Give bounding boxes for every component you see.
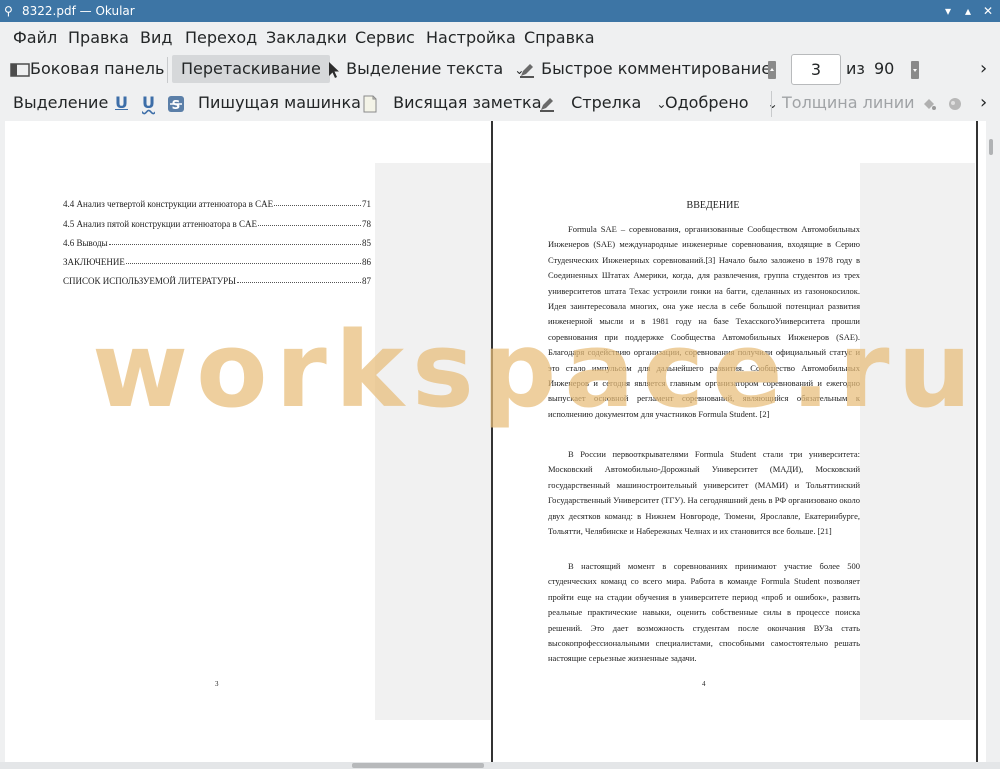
scrollbar-thumb[interactable]: [352, 763, 484, 768]
annotation-toolbar: Выделение U U S Пишущая машинка Висящая …: [0, 87, 1000, 120]
pen-icon: [520, 63, 534, 78]
menu-help[interactable]: Справка: [524, 28, 595, 47]
next-page-button[interactable]: [910, 55, 920, 83]
squiggly-icon: U: [142, 93, 155, 112]
maximize-button[interactable]: ▴: [960, 3, 976, 19]
minimize-button[interactable]: ▾: [940, 3, 956, 19]
toc-entry-title: 4.6 Выводы: [63, 238, 108, 248]
paragraph: В России первооткрывателями Formula Stud…: [548, 449, 860, 537]
main-toolbar: Боковая панель Перетаскивание Выделение …: [0, 53, 1000, 86]
toc-entry[interactable]: 4.5 Анализ пятой конструкции аттенюатора…: [63, 219, 371, 229]
arrow-label: Стрелка: [571, 93, 642, 112]
paint-bucket-icon: [924, 98, 936, 110]
page-of-label: из: [846, 59, 865, 78]
menu-file[interactable]: Файл: [13, 28, 57, 47]
chevron-down-icon[interactable]: ⌄: [768, 97, 778, 111]
toc-entry-title: СПИСОК ИСПОЛЬЗУЕМОЙ ЛИТЕРАТУРЫ: [63, 276, 237, 286]
browse-tool-button[interactable]: Перетаскивание: [172, 55, 330, 83]
previous-page-button[interactable]: [767, 55, 777, 83]
toc-entry-title: 4.4 Анализ четвертой конструкции аттенюа…: [63, 199, 274, 209]
sidebar-icon: [10, 62, 30, 77]
menu-go[interactable]: Переход: [185, 28, 257, 47]
toc-entry-title: ЗАКЛЮЧЕНИЕ: [63, 257, 125, 267]
quick-annotation-button[interactable]: Быстрое комментирование: [518, 55, 771, 83]
toc-entry-page: 71: [362, 199, 371, 209]
toolbar-overflow-button[interactable]: ›: [980, 55, 987, 83]
highlight-button[interactable]: Выделение: [13, 89, 108, 117]
toc-entry-page: 86: [362, 257, 371, 267]
page-4: ВВЕДЕНИЕ Formula SAE – соревнования, орг…: [493, 121, 975, 762]
pen-icon: [540, 97, 554, 112]
line-width-button[interactable]: Толщина линии: [782, 89, 915, 117]
squiggly-underline-button[interactable]: U: [142, 89, 155, 117]
toolbar-divider: [771, 91, 772, 117]
sidebar-button[interactable]: Боковая панель: [10, 55, 164, 83]
toc-entry[interactable]: 4.6 Выводы 85: [63, 238, 371, 248]
close-button[interactable]: ✕: [980, 3, 996, 19]
note-icon: [363, 95, 377, 112]
underline-icon: U: [115, 93, 128, 112]
document-view[interactable]: 4.4 Анализ четвертой конструкции аттенюа…: [5, 121, 986, 762]
toc-entry[interactable]: СПИСОК ИСПОЛЬЗУЕМОЙ ЛИТЕРАТУРЫ 87: [63, 276, 371, 286]
toc-entry[interactable]: ЗАКЛЮЧЕНИЕ 86: [63, 257, 371, 267]
stamp-label: Одобрено: [665, 93, 749, 112]
toolbar-divider: [167, 57, 168, 83]
toc-entry-page: 78: [362, 219, 371, 229]
menu-bar: Файл Правка Вид Переход Закладки Сервис …: [0, 22, 1000, 52]
page-3: 4.4 Анализ четвертой конструкции аттенюа…: [5, 121, 491, 762]
section-heading: ВВЕДЕНИЕ: [686, 200, 740, 211]
window-title: 8322.pdf — Okular: [22, 4, 135, 18]
paragraph: В настоящий момент в соревнованиях прини…: [548, 561, 860, 664]
page-down-icon: [911, 60, 919, 79]
toc-dots: [274, 199, 361, 206]
popup-note-button[interactable]: Висящая заметка: [362, 89, 542, 117]
menu-view[interactable]: Вид: [140, 28, 172, 47]
toc-dots: [258, 219, 361, 226]
page-total: 90: [874, 59, 895, 78]
browse-label: Перетаскивание: [181, 59, 321, 78]
toc-dots: [125, 257, 361, 264]
strikeout-icon: S: [168, 95, 184, 112]
page-up-icon: [768, 60, 776, 79]
page-edge: [976, 121, 978, 762]
menu-tools[interactable]: Сервис: [355, 28, 415, 47]
text-select-button[interactable]: Выделение текста ⌄: [327, 55, 524, 83]
page-number-input[interactable]: 3: [791, 54, 841, 85]
stamp-button[interactable]: Одобрено ⌄: [665, 89, 778, 117]
menu-bookmarks[interactable]: Закладки: [266, 28, 347, 47]
strikeout-button[interactable]: S: [167, 89, 185, 117]
menu-settings[interactable]: Настройка: [426, 28, 516, 47]
page-number: 4: [702, 680, 706, 688]
toc-dots: [237, 276, 361, 283]
text-select-label: Выделение текста: [346, 59, 504, 78]
toc-dots: [108, 238, 361, 245]
toc-entry-page: 85: [362, 238, 371, 248]
toolbar-overflow-button[interactable]: ›: [980, 89, 987, 117]
typewriter-button[interactable]: Пишущая машинка: [198, 89, 361, 117]
toc-entry-title: 4.5 Анализ пятой конструкции аттенюатора…: [63, 219, 258, 229]
page-shadow: [375, 163, 491, 720]
color-button[interactable]: [920, 89, 938, 117]
popup-note-label: Висящая заметка: [393, 93, 542, 112]
quick-annotation-label: Быстрое комментирование: [541, 59, 772, 78]
toc-entry-page: 87: [362, 276, 371, 286]
page-shadow: [860, 163, 975, 720]
scrollbar-thumb[interactable]: [989, 139, 993, 155]
okular-app-icon: ⚲: [4, 4, 13, 18]
svg-text:S: S: [172, 98, 181, 112]
arrow-tool-button[interactable]: Стрелка ⌄: [538, 89, 666, 117]
page-number: 3: [215, 680, 219, 688]
toc-entry[interactable]: 4.4 Анализ четвертой конструкции аттенюа…: [63, 199, 371, 209]
menu-edit[interactable]: Правка: [68, 28, 129, 47]
sidebar-label: Боковая панель: [30, 59, 165, 78]
cursor-arrow-icon: [329, 61, 339, 78]
horizontal-scrollbar[interactable]: [0, 762, 1000, 769]
title-bar: ⚲ 8322.pdf — Okular ▾ ▴ ✕: [0, 0, 1000, 22]
opacity-button[interactable]: [946, 89, 964, 117]
underline-button[interactable]: U: [115, 89, 128, 117]
paragraph: Formula SAE – соревнования, организованн…: [548, 224, 860, 419]
brush-icon: [949, 97, 961, 110]
vertical-scrollbar[interactable]: [986, 121, 1000, 762]
